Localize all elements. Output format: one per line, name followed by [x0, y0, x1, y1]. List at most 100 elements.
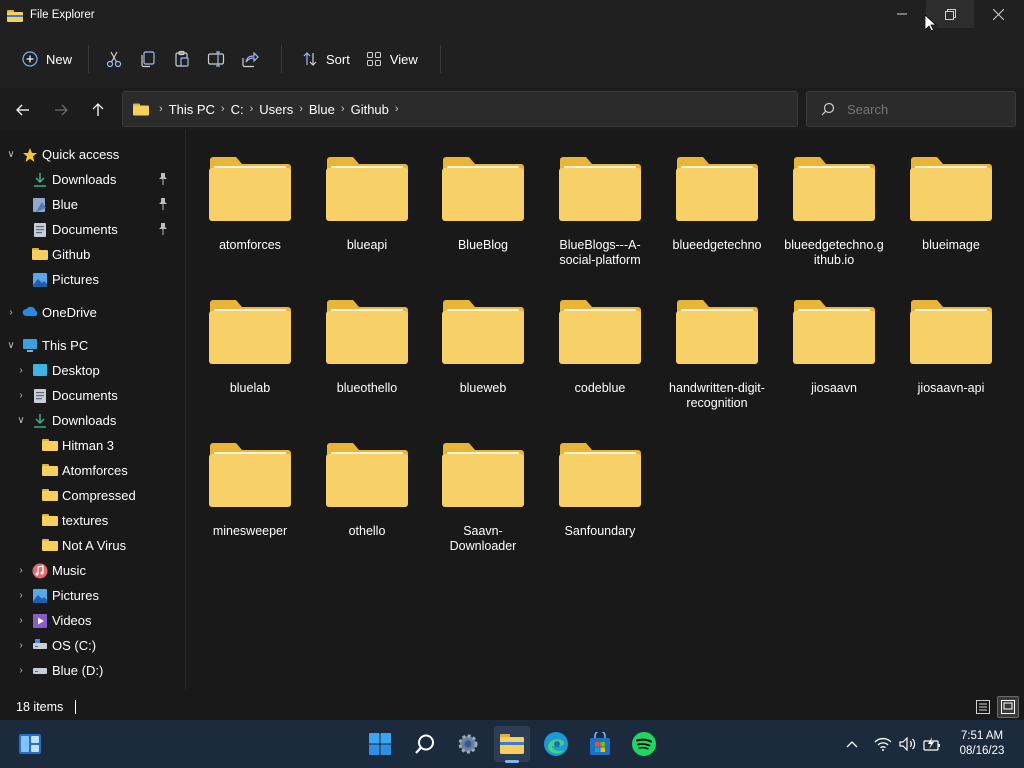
sidebar-item-hitman-3[interactable]: Hitman 3 [0, 433, 186, 457]
chevron-down-icon[interactable]: ∨ [6, 340, 16, 351]
up-button[interactable] [86, 98, 110, 122]
clock[interactable]: 7:51 AM 08/16/23 [950, 729, 1014, 759]
edge-button[interactable] [538, 726, 574, 762]
details-view-button[interactable] [972, 696, 994, 718]
network-button[interactable] [874, 720, 892, 768]
folder-icon [209, 157, 291, 221]
sidebar-item-label: Music [52, 562, 86, 578]
spotify-icon [632, 732, 656, 756]
settings-button[interactable] [450, 726, 486, 762]
folder-item[interactable]: Sanfoundary [542, 416, 652, 551]
chevron-right-icon[interactable]: › [16, 390, 26, 401]
paste-button[interactable] [165, 42, 199, 76]
chevron-right-icon[interactable]: › [6, 307, 16, 318]
chevron-right-icon[interactable]: › [16, 590, 26, 601]
folder-icon [42, 488, 58, 502]
sidebar-item-github[interactable]: Github [0, 242, 186, 266]
minimize-button[interactable] [878, 0, 926, 28]
address-bar[interactable]: › This PC › C: › Users › Blue › Github › [122, 91, 798, 127]
search-box[interactable] [806, 91, 1016, 127]
chevron-right-icon[interactable]: › [16, 365, 26, 376]
spotify-button[interactable] [626, 726, 662, 762]
copy-button[interactable] [131, 42, 165, 76]
sidebar-item-quick-access[interactable]: ∨ Quick access [0, 142, 186, 166]
sidebar-item-pictures-pc[interactable]: › Pictures [0, 583, 186, 607]
folder-name-line: recognition [686, 396, 748, 410]
folder-item[interactable]: blueapi [309, 130, 419, 265]
folder-item[interactable]: BlueBlog [425, 130, 535, 265]
chevron-right-icon[interactable]: › [16, 665, 26, 676]
sidebar-item-compressed[interactable]: Compressed [0, 483, 186, 507]
sidebar-item-downloads-pc[interactable]: ∨ Downloads [0, 408, 186, 432]
sidebar-item-documents-pc[interactable]: › Documents [0, 383, 186, 407]
rename-button[interactable] [199, 42, 233, 76]
breadcrumb-blue[interactable]: Blue [309, 102, 335, 117]
volume-button[interactable] [899, 720, 917, 768]
chevron-right-icon[interactable]: › [16, 640, 26, 651]
cut-button[interactable] [97, 42, 131, 76]
breadcrumb-users[interactable]: Users [259, 102, 293, 117]
sidebar-item-this-pc[interactable]: ∨ This PC [0, 333, 186, 357]
folder-item[interactable]: blueothello [309, 273, 419, 408]
back-button[interactable] [11, 98, 35, 122]
folder-item[interactable]: handwritten-digit-recognition [659, 273, 769, 410]
store-button[interactable] [582, 726, 618, 762]
battery-button[interactable] [923, 720, 941, 768]
sidebar-item-downloads[interactable]: Downloads [0, 167, 186, 191]
new-button[interactable]: New [14, 42, 80, 76]
sidebar-item-blue[interactable]: Blue [0, 192, 186, 216]
folder-item[interactable]: jiosaavn-api [893, 273, 1003, 408]
widgets-button[interactable] [12, 726, 48, 762]
view-button[interactable]: View [358, 42, 426, 76]
folder-item[interactable]: atomforces [192, 130, 302, 265]
sidebar-item-documents[interactable]: Documents [0, 217, 186, 241]
folder-item[interactable]: blueimage [893, 130, 1003, 265]
folder-item[interactable]: blueedgetechno.g ithub.io [776, 130, 886, 267]
folder-item[interactable]: blueedgetechno [659, 130, 769, 265]
file-explorer-taskbar-button[interactable] [494, 726, 530, 763]
show-hidden-icons-button[interactable] [846, 720, 858, 768]
folder-icon [676, 157, 758, 221]
sidebar-item-music[interactable]: › Music [0, 558, 186, 582]
large-icons-view-button[interactable] [997, 696, 1019, 718]
sidebar-item-desktop[interactable]: › Desktop [0, 358, 186, 382]
search-input[interactable] [847, 101, 997, 117]
rename-icon [207, 51, 225, 67]
chevron-right-icon[interactable]: › [16, 565, 26, 576]
share-button[interactable] [233, 42, 267, 76]
folder-item[interactable]: bluelab [192, 273, 302, 408]
sidebar-item-blue-d[interactable]: › Blue (D:) [0, 658, 186, 682]
folder-icon [559, 443, 641, 507]
sort-button[interactable]: Sort [294, 42, 358, 76]
sidebar-item-videos[interactable]: › Videos [0, 608, 186, 632]
sidebar-item-not-a-virus[interactable]: Not A Virus [0, 533, 186, 557]
chevron-right-icon[interactable]: › [16, 615, 26, 626]
close-button[interactable] [974, 0, 1022, 28]
start-button[interactable] [362, 726, 398, 762]
taskbar-search-button[interactable] [407, 726, 443, 762]
sort-icon [303, 52, 317, 66]
sidebar-item-onedrive[interactable]: › OneDrive [0, 300, 186, 324]
folder-name-line: social-platform [559, 253, 641, 267]
folder-icon [32, 247, 48, 261]
sidebar-item-os-c[interactable]: › OS (C:) [0, 633, 186, 657]
breadcrumb-c-drive[interactable]: C: [231, 102, 244, 117]
folder-item[interactable]: minesweeper [192, 416, 302, 551]
sidebar-item-atomforces[interactable]: Atomforces [0, 458, 186, 482]
folder-item[interactable]: BlueBlogs---A-social-platform [542, 130, 652, 267]
folder-item[interactable]: codeblue [542, 273, 652, 408]
folder-item[interactable]: jiosaavn [776, 273, 886, 408]
folder-icon [910, 300, 992, 364]
folder-item[interactable]: blueweb [425, 273, 535, 408]
chevron-down-icon[interactable]: ∨ [6, 149, 16, 160]
breadcrumb-github[interactable]: Github [351, 102, 389, 117]
folder-icon [42, 463, 58, 477]
breadcrumb-this-pc[interactable]: This PC [169, 102, 215, 117]
chevron-down-icon[interactable]: ∨ [16, 415, 26, 426]
sidebar-item-pictures[interactable]: Pictures [0, 267, 186, 291]
forward-button[interactable] [49, 98, 73, 122]
sidebar-item-textures[interactable]: textures [0, 508, 186, 532]
folder-item[interactable]: othello [309, 416, 419, 551]
folder-item[interactable]: Saavn- Downloader [425, 416, 535, 553]
pin-icon [158, 173, 168, 185]
